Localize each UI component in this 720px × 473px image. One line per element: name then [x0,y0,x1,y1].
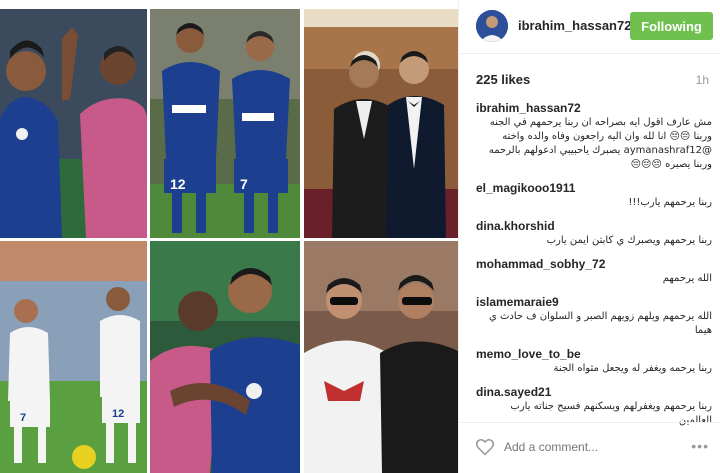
comment-username[interactable]: dina.sayed21 [476,384,712,400]
list-item: dina.khorshid ربنا يرحمهم ويصبرك ي كابتن… [476,218,712,248]
add-comment-input[interactable] [504,440,659,454]
list-item: islamemaraie9 الله يرحمهم ويلهم زويهم ال… [476,294,712,338]
post-details-panel: ibrahim_hassan72 Following 225 likes 1h … [458,0,720,473]
list-item: memo_love_to_be ربنا يرحمه ويغفر له ويجع… [476,346,712,376]
comment-text: ربنا يرحمهم ويصبرك ي كابتن ايمن يارب [546,235,712,246]
list-item: mohammad_sobhy_72 الله يرحمهم [476,256,712,286]
comments-list: ibrahim_hassan72 مش عارف اقول ايه بصراحه… [476,100,712,436]
photo-two-men-sunglasses [304,241,458,473]
likes-count[interactable]: 225 likes [476,72,530,87]
post-username[interactable]: ibrahim_hassan72 [518,18,631,33]
comment-username[interactable]: ibrahim_hassan72 [476,100,712,116]
svg-text:12: 12 [112,408,124,420]
comment-username[interactable]: dina.khorshid [476,218,712,234]
heart-icon[interactable] [475,437,495,457]
comment-text: الله يرحمهم ويلهم زويهم الصبر و السلوان … [488,311,712,336]
svg-text:7: 7 [20,412,26,424]
photo-players-blue-kit: 12 7 [150,9,300,238]
likes-row: 225 likes 1h [459,64,720,92]
post-footer: ••• [459,422,720,473]
svg-text:7: 7 [240,176,248,192]
comment-text: مش عارف اقول ايه بصراحه ان ربنا يرحمهم ف… [488,117,712,170]
comment-username[interactable]: el_magikooo1911 [476,180,712,196]
comment-username[interactable]: islamemaraie9 [476,294,712,310]
photo-players-celebrating [0,9,147,238]
svg-text:12: 12 [170,176,186,192]
comment-text: الله يرحمهم [662,273,712,284]
post-header: ibrahim_hassan72 Following [459,0,720,54]
avatar[interactable] [476,10,508,42]
comment-text: ربنا يرحمه ويغفر له ويجعل مثواه الجنة [553,363,712,374]
list-item: ibrahim_hassan72 مش عارف اقول ايه بصراحه… [476,100,712,172]
photo-two-men-formal [304,9,458,238]
comment-username[interactable]: memo_love_to_be [476,346,712,362]
list-item: el_magikooo1911 ربنا يرحمهم يارب!!! [476,180,712,210]
photo-players-white-kit: 7 12 [0,241,147,473]
following-button[interactable]: Following [630,12,713,40]
comment-text: ربنا يرحمهم يارب!!! [628,197,712,208]
photo-collage[interactable]: 12 7 7 12 [0,0,458,473]
photo-players-hugging [150,241,300,473]
more-options-icon[interactable]: ••• [691,438,709,454]
comment-username[interactable]: mohammad_sobhy_72 [476,256,712,272]
post-time: 1h [695,73,709,87]
